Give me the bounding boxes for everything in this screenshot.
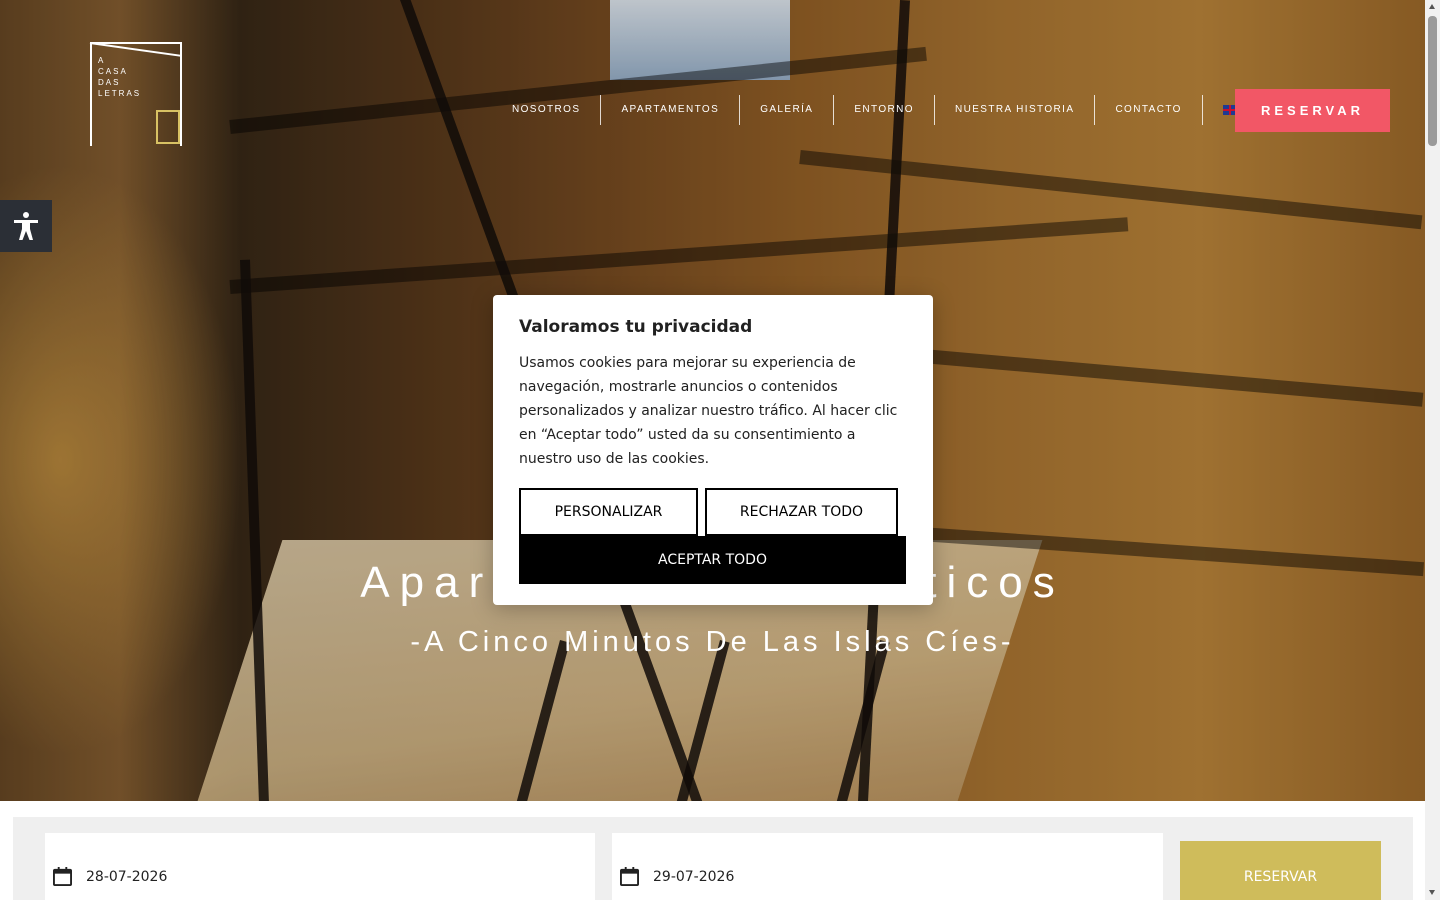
- calendar-icon: [53, 867, 72, 886]
- nav-item-entorno[interactable]: ENTORNO: [834, 95, 935, 125]
- nav-item-apartamentos[interactable]: APARTAMENTOS: [601, 95, 741, 125]
- reserve-button-booking[interactable]: RESERVAR: [1180, 841, 1381, 900]
- scroll-down-arrow-icon[interactable]: [1429, 890, 1435, 895]
- checkin-date-value: 28-07-2026: [86, 868, 168, 885]
- logo-line: LETRAS: [98, 89, 142, 98]
- scroll-up-arrow-icon[interactable]: [1429, 4, 1435, 9]
- nav-item-galeria[interactable]: GALERÍA: [740, 95, 835, 125]
- accessibility-toggle-button[interactable]: [0, 200, 52, 252]
- customize-cookies-button[interactable]: PERSONALIZAR: [519, 488, 698, 536]
- accept-all-cookies-button[interactable]: ACEPTAR TODO: [519, 536, 906, 584]
- nav-item-nosotros[interactable]: NOSOTROS: [492, 95, 602, 125]
- calendar-icon: [620, 867, 639, 886]
- page-scrollbar[interactable]: [1425, 0, 1440, 900]
- logo-door: [156, 110, 180, 144]
- cookie-text: Usamos cookies para mejorar su experienc…: [519, 355, 898, 467]
- logo-line: A: [98, 56, 106, 65]
- checkin-date-field[interactable]: 28-07-2026: [45, 833, 595, 900]
- cookie-title: Valoramos tu privacidad: [519, 317, 753, 337]
- reject-all-cookies-button[interactable]: RECHAZAR TODO: [705, 488, 898, 536]
- checkout-date-value: 29-07-2026: [653, 868, 735, 885]
- nav-item-nuestra-historia[interactable]: NUESTRA HISTORIA: [935, 95, 1096, 125]
- logo-line: CASA: [98, 67, 128, 76]
- scrollbar-thumb[interactable]: [1428, 16, 1437, 146]
- accessibility-icon: [14, 212, 38, 240]
- logo-line: DAS: [98, 78, 121, 87]
- nav-item-contacto[interactable]: CONTACTO: [1095, 95, 1203, 125]
- booking-bar: 28-07-2026 29-07-2026 RESERVAR: [13, 817, 1413, 900]
- site-logo[interactable]: A CASA DAS LETRAS: [89, 42, 182, 146]
- checkout-date-field[interactable]: 29-07-2026: [612, 833, 1163, 900]
- main-nav: NOSOTROS APARTAMENTOS GALERÍA ENTORNO NU…: [492, 95, 1238, 125]
- cookie-consent-dialog: Valoramos tu privacidad Usamos cookies p…: [493, 295, 933, 605]
- hero-subtitle: -A Cinco Minutos De Las Islas Cíes-: [410, 626, 1015, 658]
- reserve-button-header[interactable]: RESERVAR: [1235, 89, 1390, 132]
